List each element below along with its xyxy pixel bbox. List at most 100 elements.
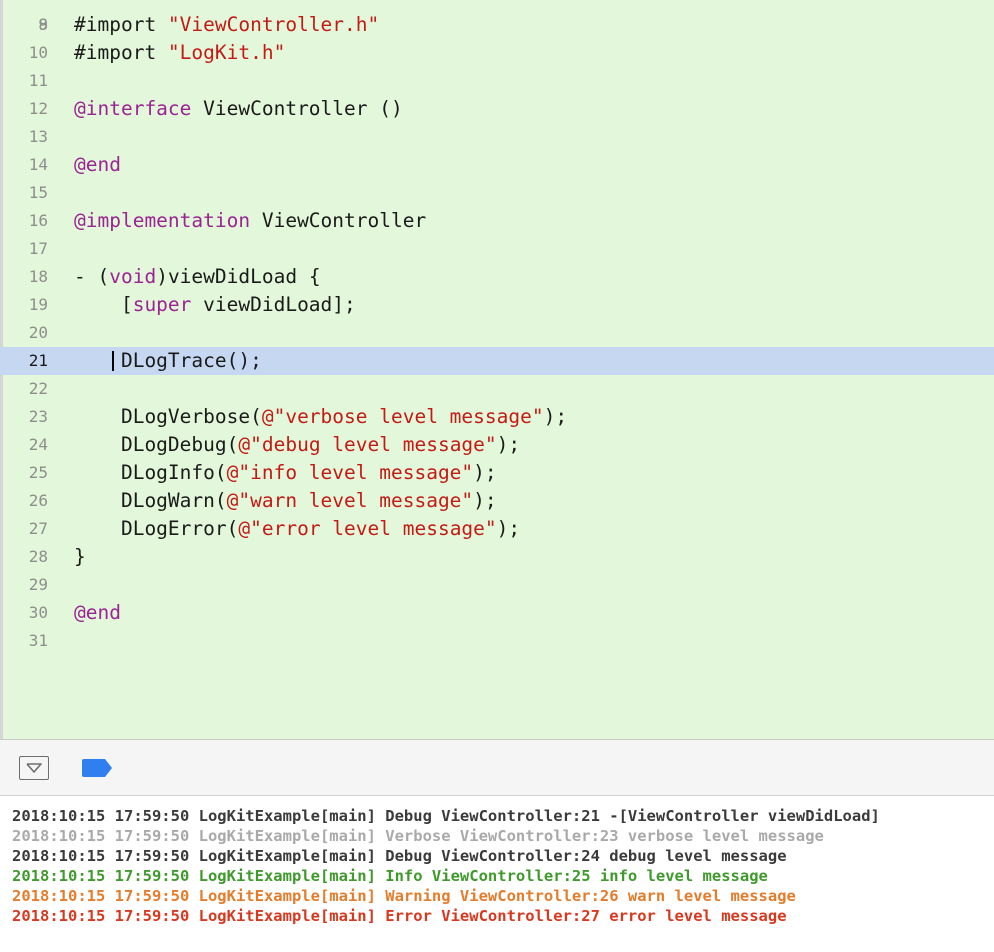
console-log-line-warn: 2018:10:15 17:59:50 LogKitExample[main] … [12,887,796,905]
code-text: [super viewDidLoad]; [74,291,356,319]
code-line[interactable]: 11 [0,67,994,95]
code-token: ); [473,461,497,484]
keyword-token: @implementation [74,209,251,232]
code-token: DLogVerbose( [74,405,262,428]
code-line[interactable]: 25 DLogInfo(@"info level message"); [0,459,994,487]
code-line[interactable]: 20 [0,319,994,347]
chevron-down-box-icon [26,763,42,773]
code-token: DLogError( [74,517,239,540]
line-number: 29 [28,575,48,594]
code-token: viewDidLoad]; [191,293,356,316]
console-log-line-error: 2018:10:15 17:59:50 LogKitExample[main] … [12,907,787,925]
console-log-line-info: 2018:10:15 17:59:50 LogKitExample[main] … [12,867,768,885]
string-token: "ViewController.h" [167,13,380,36]
string-token: @"debug level message" [238,433,497,456]
string-token: @"error level message" [238,517,497,540]
code-line[interactable]: 27 DLogError(@"error level message"); [0,515,994,543]
line-number: 17 [28,239,48,258]
keyword-token: super [132,293,192,316]
debug-area-toolbar [0,739,994,796]
line-number: 9 [38,15,48,34]
code-token: ViewController () [191,97,403,120]
code-text: @interface ViewController () [74,95,403,123]
code-token: DLogWarn( [74,489,227,512]
code-token: } [74,545,86,568]
code-text: @end [74,599,121,627]
code-line[interactable]: 28} [0,543,994,571]
hide-debug-area-button[interactable] [19,756,49,780]
code-line[interactable]: 9 #import "ViewController.h" [0,11,994,39]
string-token: "LogKit.h" [167,41,286,64]
code-line[interactable]: 23 DLogVerbose(@"verbose level message")… [0,403,994,431]
code-text: DLogVerbose(@"verbose level message"); [74,403,567,431]
code-line[interactable]: 19 [super viewDidLoad]; [0,291,994,319]
code-token: ); [496,433,521,456]
code-editor[interactable]: 8 9 #import "ViewController.h" 10 #import "… [0,0,994,739]
code-line-current[interactable]: 21 DLogTrace(); [0,347,994,375]
code-line[interactable]: 18 - (void)viewDidLoad { [0,263,994,291]
line-number: 31 [28,631,48,650]
console-log-line-debug: 2018:10:15 17:59:50 LogKitExample[main] … [12,847,787,865]
string-token: @"warn level message" [226,489,474,512]
code-token: ); [496,517,521,540]
code-token: DLogTrace(); [74,349,262,372]
code-text: - (void)viewDidLoad { [74,263,321,291]
line-number: 24 [28,435,48,454]
line-number: 23 [28,407,48,426]
line-number: 30 [28,603,48,622]
code-text: #import "LogKit.h" [74,39,285,67]
line-number: 19 [28,295,48,314]
code-line[interactable]: 24 DLogDebug(@"debug level message"); [0,431,994,459]
code-line[interactable]: 26 DLogWarn(@"warn level message"); [0,487,994,515]
code-line[interactable]: 14 @end [0,151,994,179]
text-cursor [112,351,114,371]
breakpoints-toggle-button[interactable] [82,759,113,781]
line-number: 10 [28,43,48,62]
console-log-line-debug: 2018:10:15 17:59:50 LogKitExample[main] … [12,807,880,825]
line-number: 25 [28,463,48,482]
line-number: 11 [28,71,48,90]
keyword-token: @end [74,601,121,624]
code-text: #import "ViewController.h" [74,11,379,39]
code-text: DLogError(@"error level message"); [74,515,520,543]
code-token: ); [473,489,497,512]
breakpoint-tag-icon [82,759,112,777]
code-line[interactable]: 15 [0,179,994,207]
code-line[interactable]: 30 @end [0,599,994,627]
code-token: #import [74,13,168,36]
line-number: 18 [28,267,48,286]
keyword-token: @end [74,153,121,176]
code-text: DLogInfo(@"info level message"); [74,459,497,487]
console-log-line-verbose: 2018:10:15 17:59:50 LogKitExample[main] … [12,827,824,845]
string-token: @"info level message" [226,461,474,484]
code-token: - ( [74,265,110,288]
line-number: 20 [28,323,48,342]
code-token: ); [543,405,568,428]
code-line[interactable]: 10 #import "LogKit.h" [0,39,994,67]
code-text: DLogWarn(@"warn level message"); [74,487,497,515]
line-number: 28 [28,547,48,566]
line-number: 16 [28,211,48,230]
keyword-token: void [109,265,157,288]
code-token: #import [74,41,168,64]
code-text: DLogTrace(); [74,347,262,375]
code-line[interactable]: 22 [0,375,994,403]
line-number: 27 [28,519,48,538]
line-number: 21 [28,351,48,370]
string-token: @"verbose level message" [261,405,544,428]
code-line[interactable]: 16 @implementation ViewController [0,207,994,235]
line-number: 13 [28,127,48,146]
code-text: DLogDebug(@"debug level message"); [74,431,520,459]
keyword-token: @interface [74,97,192,120]
line-number: 15 [28,183,48,202]
line-number: 12 [28,99,48,118]
code-line[interactable]: 12 @interface ViewController () [0,95,994,123]
console-output[interactable]: 2018:10:15 17:59:50 LogKitExample[main] … [0,796,994,952]
code-line[interactable]: 13 [0,123,994,151]
code-line[interactable]: 29 [0,571,994,599]
code-line[interactable]: 17 [0,235,994,263]
code-token: [ [74,293,133,316]
code-line[interactable]: 31 [0,627,994,655]
code-text: } [74,543,86,571]
line-number: 22 [28,379,48,398]
